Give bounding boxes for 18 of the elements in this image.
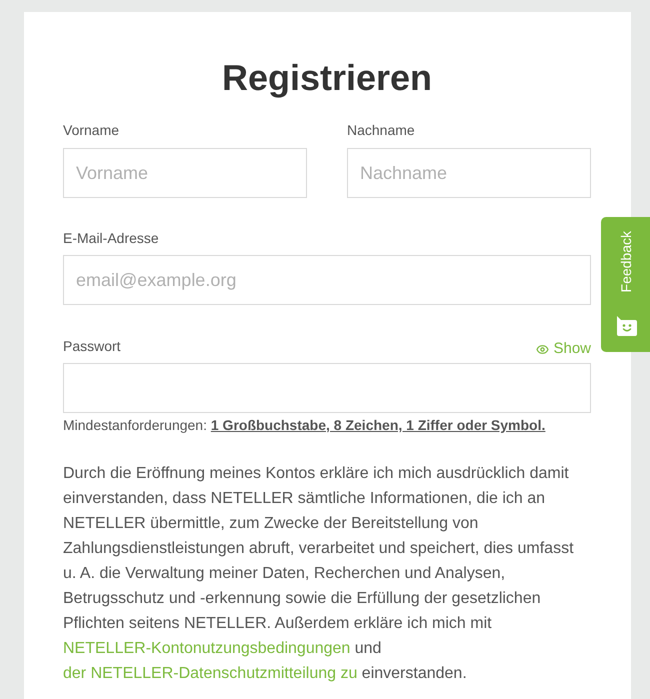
text-input[interactable]: Vorname — [63, 148, 307, 198]
terms-link[interactable]: der NETELLER-Datenschutzmitteilung zu — [63, 665, 358, 682]
field-label: E-Mail-Adresse — [63, 229, 159, 248]
terms-link[interactable]: NETELLER-Kontonutzungsbedingungen — [63, 640, 350, 657]
show-password-link[interactable]: Show — [536, 339, 591, 359]
password-requirements: Mindestanforderungen: 1 Großbuchstabe, 8 Zeichen, 1 Ziffer oder Symbol. — [63, 416, 546, 435]
email-input[interactable]: email@example.org — [63, 255, 591, 305]
smiley-bubble-icon — [614, 316, 636, 336]
feedback-tab[interactable]: Feedback — [601, 217, 650, 352]
field-label: Nachname — [347, 121, 415, 140]
eye-icon — [536, 342, 550, 356]
feedback-label: Feedback — [618, 231, 634, 292]
consent-text: Durch die Eröffnung meines Kontos erkläre ich mich ausdrücklich damit einverstanden, dass NETELLER sämtliche Informationen, die ich an NETELLER übermittle, zum Zwecke der Bereitstellung von Zahlungsdienstleistungen abruft, verarbeitet und speichert, dies umfasst u. A. die Verwaltung meiner Daten, Recherchen und Analysen, Betrugsschutz und -erkennung sowie die Erfüllung der gesetzlichen Pflichten seitens NETELLER. Außerdem erkläre ich mich mit NETELLER-Kontonutzungsbedingungen und der NETELLER-Datenschutzmitteilung zu einverstanden. — [63, 464, 575, 684]
field-label: Vorname — [63, 121, 120, 140]
field-label: Passwort — [63, 337, 121, 356]
page-title: Registrieren — [220, 56, 434, 100]
text-input[interactable]: Nachname — [347, 148, 591, 198]
password-input[interactable] — [63, 363, 591, 413]
